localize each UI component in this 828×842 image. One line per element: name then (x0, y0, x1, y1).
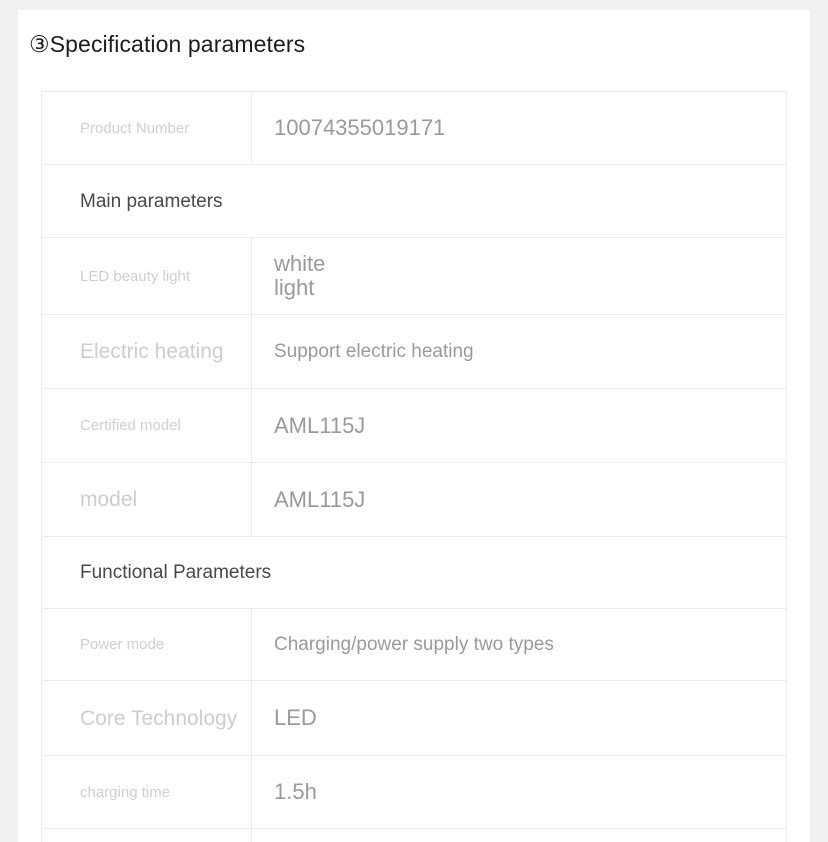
page-title: ③Specification parameters (29, 31, 306, 57)
table-row: Core Technology LED (42, 681, 786, 756)
table-section-row: Main parameters (42, 165, 786, 238)
row-label: Electric heating (80, 340, 224, 363)
row-value: AML115J (274, 486, 366, 512)
section-header-cell: Main parameters (42, 165, 786, 237)
section-header-cell: Functional Parameters (42, 537, 786, 608)
table-row-label-cell: Power mode (42, 609, 252, 680)
row-label: LED beauty light (80, 267, 191, 285)
row-label: model (80, 488, 138, 511)
table-row-partial (42, 829, 786, 842)
row-label: Certified model (80, 417, 181, 434)
table-row-value-cell: AML115J (252, 389, 786, 462)
table-row-value-cell: 1.5h (252, 756, 786, 828)
table-row-value-cell: white light (252, 238, 786, 314)
table-row-label-cell: model (42, 463, 252, 536)
row-value: 10074355019171 (274, 115, 446, 140)
table-row-value-cell: LED (252, 681, 786, 755)
table-row-label-cell: Certified model (42, 389, 252, 462)
section-header-label: Functional Parameters (80, 562, 272, 583)
table-row: Electric heating Support electric heatin… (42, 315, 786, 389)
table-row: Certified model AML115J (42, 389, 786, 463)
specification-table: Product Number 10074355019171 Main param… (41, 91, 787, 842)
specification-card: ③Specification parameters Product Number… (18, 10, 810, 842)
table-row-value-cell (252, 829, 786, 842)
table-row-label-cell: Core Technology (42, 681, 252, 755)
row-value: white light (274, 251, 326, 300)
row-label: charging time (80, 783, 171, 801)
table-row: LED beauty light white light (42, 238, 786, 315)
table-row: charging time 1.5h (42, 756, 786, 829)
table-row-value-cell: AML115J (252, 463, 786, 536)
table-row-value-cell: Support electric heating (252, 315, 786, 388)
row-label: Power mode (80, 636, 165, 653)
table-row-value-cell: 10074355019171 (252, 92, 786, 164)
table-row: Power mode Charging/power supply two typ… (42, 609, 786, 681)
row-value: Charging/power supply two types (274, 633, 554, 655)
row-value: LED (274, 705, 317, 730)
table-row-label-cell: Product Number (42, 92, 252, 164)
row-value: AML115J (274, 412, 366, 438)
table-row-label-cell: charging time (42, 756, 252, 828)
section-header-label: Main parameters (80, 190, 223, 212)
table-section-row: Functional Parameters (42, 537, 786, 609)
row-value: 1.5h (274, 779, 317, 804)
table-row: Product Number 10074355019171 (42, 92, 786, 165)
table-row-label-cell: Electric heating (42, 315, 252, 388)
table-row-value-cell: Charging/power supply two types (252, 609, 786, 680)
page-root: ③Specification parameters Product Number… (0, 0, 828, 842)
row-label: Core Technology (80, 706, 238, 730)
row-value: Support electric heating (274, 340, 474, 362)
table-row-label-cell: LED beauty light (42, 238, 252, 314)
row-label: Product Number (80, 119, 190, 137)
table-row: model AML115J (42, 463, 786, 537)
table-row-label-cell (42, 829, 252, 842)
